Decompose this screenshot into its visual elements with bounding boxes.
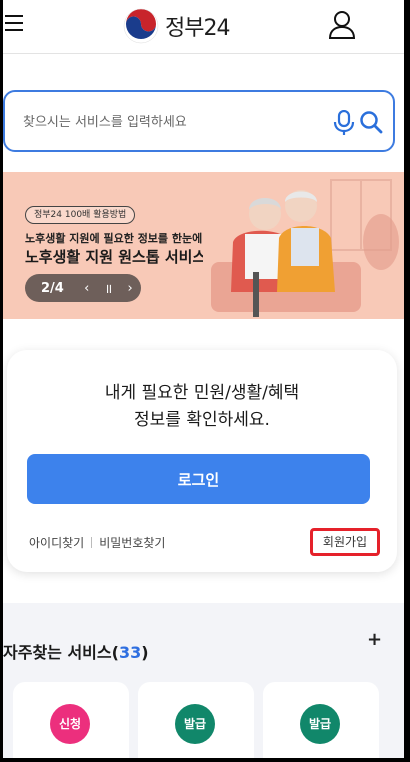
banner-tag: 정부24 100배 활용방법 — [25, 206, 136, 224]
taegeuk-logo-icon — [123, 8, 159, 44]
frequent-services-section: 자주찾는 서비스(33) + 신청 발급 발급 — [3, 603, 404, 758]
service-badge: 발급 — [300, 704, 340, 744]
login-prompt-message: 내게 필요한 민원/생활/혜택 정보를 확인하세요. — [7, 380, 397, 434]
search-box — [3, 90, 395, 152]
service-badge: 발급 — [175, 704, 215, 744]
link-divider — [91, 537, 93, 548]
login-card: 내게 필요한 민원/생활/혜택 정보를 확인하세요. 로그인 아이디찾기 비밀번… — [7, 350, 397, 572]
plus-icon[interactable]: + — [367, 629, 382, 650]
banner-counter: 2/4 — [41, 280, 64, 296]
pause-icon[interactable]: ॥ — [98, 279, 120, 297]
top-header: 정부24 — [3, 0, 404, 54]
service-card[interactable]: 신청 — [13, 682, 129, 758]
login-button[interactable]: 로그인 — [27, 454, 370, 504]
frequent-services-label: 자주찾는 서비스 — [3, 643, 112, 662]
frequent-services-count: 33 — [118, 643, 142, 662]
frequent-services-title: 자주찾는 서비스(33) — [3, 639, 149, 663]
chevron-left-icon[interactable]: ‹ — [76, 281, 98, 296]
login-prompt-line-2: 정보를 확인하세요. — [134, 410, 270, 430]
find-id-link[interactable]: 아이디찾기 — [29, 534, 84, 551]
hamburger-menu-icon[interactable] — [5, 12, 25, 32]
signup-link[interactable]: 회원가입 — [310, 528, 380, 556]
login-prompt-line-1: 내게 필요한 민원/생활/혜택 — [104, 383, 300, 403]
banner-carousel-controls: 2/4 ‹ ॥ › — [25, 274, 141, 302]
search-input[interactable] — [23, 110, 313, 134]
user-icon[interactable] — [328, 10, 356, 40]
find-password-link[interactable]: 비밀번호찾기 — [99, 534, 165, 551]
frequent-services-count-open: ( — [111, 643, 119, 662]
chevron-right-icon[interactable]: › — [119, 281, 141, 296]
service-card[interactable]: 발급 — [263, 682, 379, 758]
site-logo[interactable]: 정부24 — [123, 6, 230, 46]
frequent-services-count-close: ) — [141, 643, 149, 662]
service-badge: 신청 — [50, 704, 90, 744]
elderly-couple-illustration — [203, 172, 404, 319]
logo-text: 정부24 — [165, 16, 230, 41]
app-frame: 정부24 정부24 100배 활용방법 노후생활 지원에 필요한 정보를 한눈에… — [3, 0, 404, 758]
account-links: 아이디찾기 비밀번호찾기 — [29, 534, 165, 551]
banner-title: 노후생활 지원 원스톱 서비스 — [25, 248, 207, 266]
promo-banner[interactable]: 정부24 100배 활용방법 노후생활 지원에 필요한 정보를 한눈에! 노후생… — [3, 172, 404, 319]
search-icon[interactable] — [359, 110, 383, 134]
microphone-icon[interactable] — [333, 110, 355, 136]
service-card[interactable]: 발급 — [138, 682, 254, 758]
banner-subtitle: 노후생활 지원에 필요한 정보를 한눈에! — [25, 232, 208, 245]
